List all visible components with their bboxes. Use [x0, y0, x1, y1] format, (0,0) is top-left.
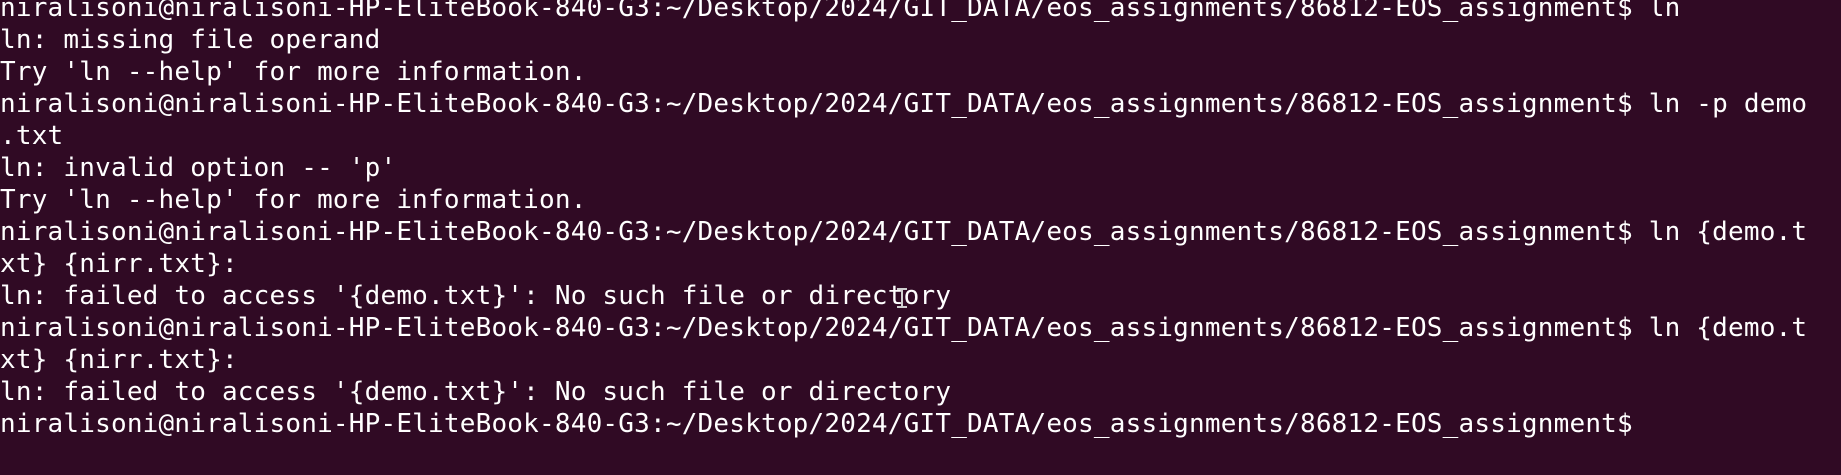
terminal-line: Try 'ln --help' for more information. [0, 57, 587, 87]
terminal-window[interactable]: niralisoni@niralisoni-HP-EliteBook-840-G… [0, 0, 1841, 475]
terminal-line: xt} {nirr.txt}: [0, 345, 238, 375]
terminal-line: niralisoni@niralisoni-HP-EliteBook-840-G… [0, 0, 1681, 23]
terminal-line: ln: invalid option -- 'p' [0, 153, 397, 183]
terminal-line: Try 'ln --help' for more information. [0, 185, 587, 215]
terminal-line: .txt [0, 121, 64, 151]
terminal-prompt-line[interactable]: niralisoni@niralisoni-HP-EliteBook-840-G… [0, 408, 1807, 440]
text-ibeam-cursor-icon [897, 288, 907, 308]
terminal-line: niralisoni@niralisoni-HP-EliteBook-840-G… [0, 89, 1808, 119]
terminal-line: niralisoni@niralisoni-HP-EliteBook-840-G… [0, 217, 1808, 247]
terminal-line: niralisoni@niralisoni-HP-EliteBook-840-G… [0, 313, 1808, 343]
terminal-line: ln: missing file operand [0, 25, 381, 55]
terminal-line: xt} {nirr.txt}: [0, 249, 238, 279]
terminal-line: ln: failed to access '{demo.txt}': No su… [0, 377, 952, 407]
terminal-output: niralisoni@niralisoni-HP-EliteBook-840-G… [0, 0, 1807, 440]
